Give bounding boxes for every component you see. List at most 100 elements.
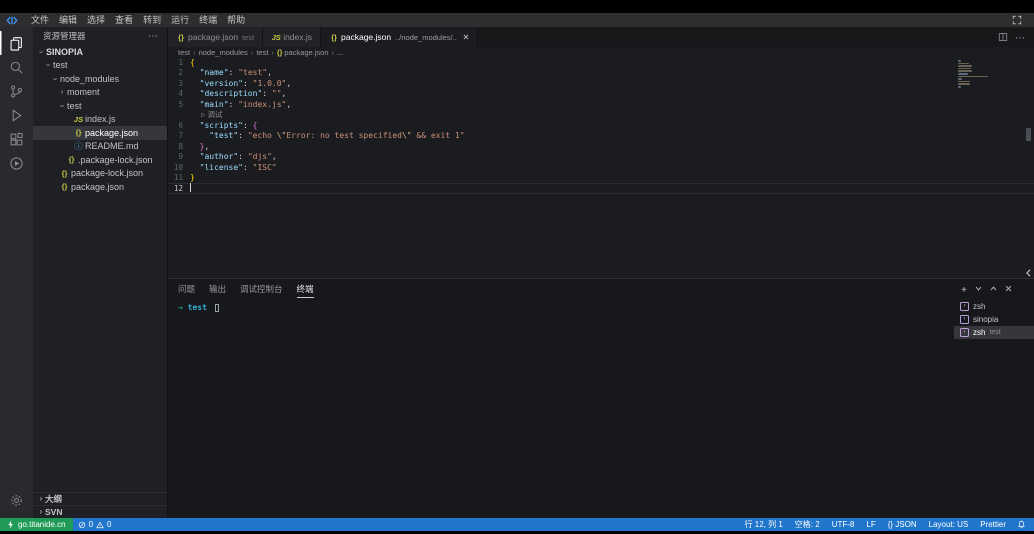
code-line-6[interactable]: 6 "scripts": { <box>168 120 1034 131</box>
menu-item-terminal[interactable]: 终端 <box>194 13 222 27</box>
code-editor[interactable]: 1{2 "name": "test",3 "version": "1.0.0",… <box>168 57 1034 278</box>
remote-indicator[interactable]: go.titanide.cn <box>0 518 73 531</box>
error-icon <box>78 521 86 529</box>
maximize-panel-icon[interactable] <box>990 285 997 292</box>
breadcrumb-item[interactable]: {} package.json <box>277 48 329 57</box>
status-prettier[interactable]: Prettier <box>974 518 1012 531</box>
tree-item-package.json[interactable]: {}package.json <box>33 126 167 140</box>
sidebar-title: 资源管理器 <box>43 30 86 42</box>
code-line-8[interactable]: 8 }, <box>168 141 1034 152</box>
panel-tab-terminal[interactable]: 终端 <box>297 279 314 298</box>
menu-item-help[interactable]: 帮助 <box>222 13 250 27</box>
terminal-name: zsh <box>973 328 985 337</box>
tree-item-label: .package-lock.json <box>78 155 153 165</box>
menu-item-edit[interactable]: 编辑 <box>54 13 82 27</box>
status-language-mode[interactable]: {} JSON <box>882 518 923 531</box>
status-eol[interactable]: LF <box>860 518 881 531</box>
run-debug-icon <box>9 108 24 123</box>
notifications-bell-icon[interactable] <box>1012 518 1034 531</box>
editor-tab-package.json-2[interactable]: {}package.json../node_modules/.. <box>321 27 478 47</box>
panel-tab-problems[interactable]: 问题 <box>178 279 195 298</box>
code-line-11[interactable]: 11} <box>168 173 1034 184</box>
app-logo-icon <box>6 15 18 26</box>
tree-item-test[interactable]: ›test <box>33 99 167 113</box>
status-indentation[interactable]: 空格: 2 <box>789 518 826 531</box>
split-editor-icon[interactable] <box>998 32 1008 42</box>
code-line-1[interactable]: 1{ <box>168 57 1034 68</box>
problems-indicator[interactable]: 0 0 <box>73 518 117 531</box>
activity-item-extensions[interactable] <box>0 127 33 151</box>
code-line-10[interactable]: 10 "license": "ISC" <box>168 162 1034 173</box>
tree-item-test[interactable]: ›test <box>33 59 167 73</box>
sidebar-section-svn[interactable]: ›SVN <box>33 505 167 518</box>
fullscreen-icon[interactable] <box>1012 15 1022 25</box>
more-actions-icon[interactable]: ⋯ <box>1015 28 1026 46</box>
activity-item-search[interactable] <box>0 55 33 79</box>
status-encoding[interactable]: UTF-8 <box>826 518 861 531</box>
activity-item-source-control[interactable] <box>0 79 33 103</box>
code-line-9[interactable]: 9 "author": "djs", <box>168 152 1034 163</box>
terminal-instance-zsh[interactable]: ›zsh <box>954 300 1034 313</box>
activity-item-settings-gear[interactable] <box>0 488 33 512</box>
tree-item-readme.md[interactable]: ⓘREADME.md <box>33 140 167 154</box>
status-cursor-position[interactable]: 行 12, 列 1 <box>739 518 789 531</box>
close-panel-icon[interactable] <box>1005 285 1012 292</box>
tree-item-package.json[interactable]: {}package.json <box>33 180 167 194</box>
panel-tab-output[interactable]: 输出 <box>209 279 226 298</box>
menu-item-view[interactable]: 查看 <box>110 13 138 27</box>
code-line-7[interactable]: 7 "test": "echo \"Error: no test specifi… <box>168 131 1034 142</box>
close-icon[interactable] <box>463 34 469 40</box>
panel-tab-debug-console[interactable]: 调试控制台 <box>240 279 283 298</box>
menu-item-selection[interactable]: 选择 <box>82 13 110 27</box>
code-line-4[interactable]: 4 "description": "", <box>168 89 1034 100</box>
launch-profile-icon[interactable] <box>975 285 982 292</box>
json-file-icon: {} <box>73 128 84 137</box>
text-caret <box>190 183 191 192</box>
tree-item-label: test <box>53 60 68 70</box>
editor-tab-index.js-1[interactable]: JSindex.js <box>263 27 321 47</box>
codelens-row[interactable]: ▷调试 <box>168 110 1034 121</box>
terminal-output[interactable]: → test <box>168 298 954 518</box>
terminal-instance-sinopia[interactable]: ›sinopia <box>954 313 1034 326</box>
activity-item-run-debug[interactable] <box>0 103 33 127</box>
tree-item-index.js[interactable]: JSindex.js <box>33 113 167 127</box>
terminal-instance-zsh-test[interactable]: ›zshtest <box>954 326 1034 339</box>
minimap[interactable] <box>958 60 990 89</box>
codelens-label[interactable]: 调试 <box>208 110 223 119</box>
error-count: 0 <box>89 520 93 529</box>
breadcrumb-item[interactable]: test <box>178 48 190 57</box>
more-actions-icon[interactable]: ⋯ <box>148 31 159 42</box>
tree-item-sinopia[interactable]: ›SINOPIA <box>33 45 167 59</box>
activity-item-explorer[interactable] <box>0 31 33 55</box>
search-icon <box>9 60 24 75</box>
sidebar-sections: ›大纲›SVN <box>33 492 167 518</box>
chevron-left-icon[interactable] <box>1025 269 1032 277</box>
tab-description: ../node_modules/.. <box>395 33 457 42</box>
terminal-icon: › <box>960 315 969 324</box>
code-line-2[interactable]: 2 "name": "test", <box>168 68 1034 79</box>
sidebar-section-outline[interactable]: ›大纲 <box>33 492 167 505</box>
warning-count: 0 <box>107 520 111 529</box>
code-line-5[interactable]: 5 "main": "index.js", <box>168 99 1034 110</box>
breadcrumb-item[interactable]: ... <box>337 48 343 57</box>
terminal-icon: › <box>960 302 969 311</box>
scrollbar-slider[interactable] <box>1026 128 1031 141</box>
code-line-3[interactable]: 3 "version": "1.0.0", <box>168 78 1034 89</box>
new-terminal-icon[interactable]: + <box>961 280 967 298</box>
breadcrumb-item[interactable]: node_modules <box>199 48 248 57</box>
menu-item-go[interactable]: 转到 <box>138 13 166 27</box>
breadcrumb-item[interactable]: test <box>256 48 268 57</box>
code-line-12[interactable]: 12 <box>168 183 1034 194</box>
tree-item-moment[interactable]: ›moment <box>33 86 167 100</box>
tree-item-.package-lock.json[interactable]: {}.package-lock.json <box>33 153 167 167</box>
tree-item-node-modules[interactable]: ›node_modules <box>33 72 167 86</box>
explorer-sidebar: 资源管理器 ⋯ ›SINOPIA›test›node_modules›momen… <box>33 27 168 518</box>
editor-scrollbar[interactable] <box>1023 57 1034 278</box>
menu-item-file[interactable]: 文件 <box>26 13 54 27</box>
tab-description: test <box>242 33 254 42</box>
editor-tab-package.json-0[interactable]: {}package.jsontest <box>168 27 263 47</box>
activity-item-run-circle[interactable] <box>0 151 33 175</box>
menu-item-run[interactable]: 运行 <box>166 13 194 27</box>
status-keyboard-layout[interactable]: Layout: US <box>923 518 975 531</box>
tree-item-package-lock.json[interactable]: {}package-lock.json <box>33 167 167 181</box>
